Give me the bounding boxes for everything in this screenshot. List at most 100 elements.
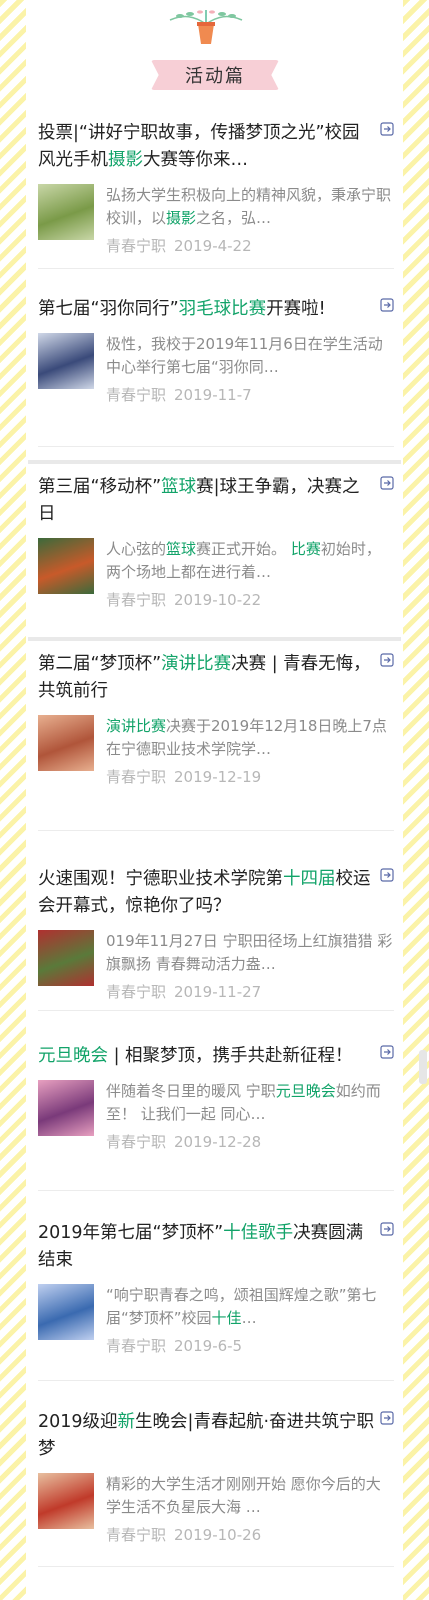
article-source-date: 青春宁职 2019-12-19: [106, 766, 394, 787]
keyword-highlight: 元旦晚会: [275, 1082, 336, 1100]
article-summary-row: “响宁职青春之鸣，颂祖国辉煌之歌”第七届“梦顶杯”校园十佳… 青春宁职 2019-6…: [38, 1284, 394, 1356]
article-title[interactable]: 第三届“移动杯”篮球赛|球王争霸，决赛之日: [38, 474, 394, 528]
article-date: 2019-12-19: [174, 768, 262, 786]
article-summary-row: 人心弦的篮球赛正式开始。 比赛初始时，两个场地上都在进行着… 青春宁职 2019-1…: [38, 538, 394, 610]
text-segment: 第三届“移动杯”: [38, 477, 162, 497]
article-title[interactable]: 元旦晚会 | 相聚梦顶，携手共赴新征程！: [38, 1043, 394, 1070]
article-source-date: 青春宁职 2019-4-22: [106, 235, 394, 256]
article-thumbnail[interactable]: [38, 1080, 94, 1136]
text-segment: 019年11月27日 宁职田径场上红旗猎猎 彩旗飘扬 青春舞动活力盎…: [106, 932, 393, 973]
article-thumbnail[interactable]: [38, 184, 94, 240]
share-link-icon[interactable]: [380, 298, 394, 312]
article-meta: 019年11月27日 宁职田径场上红旗猎猎 彩旗飘扬 青春舞动活力盎… 青春宁职 2…: [106, 930, 394, 1002]
article-description: “响宁职青春之鸣，颂祖国辉煌之歌”第七届“梦顶杯”校园十佳…: [106, 1284, 394, 1330]
article-source-date: 青春宁职 2019-11-7: [106, 384, 394, 405]
article-source-date: 青春宁职 2019-6-5: [106, 1335, 394, 1356]
left-stripe-border: [0, 0, 26, 1600]
article-thumbnail[interactable]: [38, 333, 94, 389]
article-summary-row: 极性，我校于2019年11月6日在学生活动中心举行第七届“羽你同… 青春宁职 201…: [38, 333, 394, 405]
share-link-icon[interactable]: [380, 1045, 394, 1059]
share-link-icon[interactable]: [380, 476, 394, 490]
article-description: 精彩的大学生活才刚刚开始 愿你今后的大学生活不负星辰大海 …: [106, 1473, 394, 1519]
item-divider: [38, 830, 394, 831]
share-link-icon[interactable]: [380, 122, 394, 136]
text-segment: 赛正式开始。: [196, 540, 291, 558]
text-segment: 之名，弘…: [196, 209, 272, 227]
article-source-date: 青春宁职 2019-12-28: [106, 1131, 394, 1152]
text-segment: 伴随着冬日里的暖风 宁职: [106, 1082, 276, 1100]
article-title[interactable]: 投票|“讲好宁职故事，传播梦顶之光”校园风光手机摄影大赛等你来…: [38, 120, 394, 174]
keyword-highlight: 比赛: [290, 540, 321, 558]
item-divider: [38, 1566, 394, 1567]
potted-plant-icon: [169, 10, 243, 44]
share-link-icon[interactable]: [380, 868, 394, 882]
article-source: 青春宁职: [106, 983, 167, 1001]
article-card[interactable]: 第三届“移动杯”篮球赛|球王争霸，决赛之日人心弦的篮球赛正式开始。 比赛初始时，…: [38, 474, 394, 610]
article-date: 2019-12-28: [174, 1133, 262, 1151]
share-link-icon[interactable]: [380, 1411, 394, 1425]
article-card[interactable]: 2019级迎新生晚会|青春起航·奋进共筑宁职梦精彩的大学生活才刚刚开始 愿你今后…: [38, 1409, 394, 1545]
side-scroll-tab[interactable]: [419, 1050, 427, 1084]
article-thumbnail[interactable]: [38, 715, 94, 771]
article-source: 青春宁职: [106, 237, 167, 255]
article-summary-row: 伴随着冬日里的暖风 宁职元旦晚会如约而至！ 让我们一起 同心… 青春宁职 2019-…: [38, 1080, 394, 1152]
article-thumbnail[interactable]: [38, 538, 94, 594]
article-date: 2019-10-26: [174, 1526, 262, 1544]
article-card[interactable]: 第二届“梦顶杯”演讲比赛决赛 | 青春无悔，共筑前行演讲比赛决赛于2019年12…: [38, 651, 394, 787]
keyword-highlight: 羽毛球比赛: [178, 299, 267, 319]
article-card[interactable]: 第七届“羽你同行”羽毛球比赛开赛啦! 极性，我校于2019年11月6日在学生活动中…: [38, 296, 394, 405]
article-title[interactable]: 第七届“羽你同行”羽毛球比赛开赛啦!: [38, 296, 394, 323]
article-date: 2019-10-22: [174, 591, 262, 609]
text-segment: 极性，我校于2019年11月6日在学生活动中心举行第七届“羽你同…: [106, 335, 383, 376]
article-title[interactable]: 火速围观！宁德职业技术学院第十四届校运会开幕式，惊艳你了吗？: [38, 866, 394, 920]
section-header: 活动篇: [0, 0, 429, 100]
text-segment: 精彩的大学生活才刚刚开始 愿你今后的大学生活不负星辰大海 …: [106, 1475, 381, 1516]
article-title[interactable]: 2019级迎新生晚会|青春起航·奋进共筑宁职梦: [38, 1409, 394, 1463]
section-divider: [28, 637, 401, 641]
article-description: 极性，我校于2019年11月6日在学生活动中心举行第七届“羽你同…: [106, 333, 394, 379]
article-title[interactable]: 2019年第七届“梦顶杯”十佳歌手决赛圆满结束: [38, 1220, 394, 1274]
share-link-icon[interactable]: [380, 1222, 394, 1236]
item-divider: [38, 1010, 394, 1011]
article-description: 弘扬大学生积极向上的精神风貌，秉承宁职校训，以摄影之名，弘…: [106, 184, 394, 230]
text-segment: 人心弦的: [106, 540, 167, 558]
text-segment: 2019级迎: [38, 1412, 118, 1432]
article-description: 019年11月27日 宁职田径场上红旗猎猎 彩旗飘扬 青春舞动活力盎…: [106, 930, 394, 976]
article-title[interactable]: 第二届“梦顶杯”演讲比赛决赛 | 青春无悔，共筑前行: [38, 651, 394, 705]
keyword-highlight: 元旦晚会: [38, 1046, 108, 1066]
article-meta: 精彩的大学生活才刚刚开始 愿你今后的大学生活不负星辰大海 … 青春宁职 2019-1…: [106, 1473, 394, 1545]
text-segment: 大赛等你来…: [143, 150, 248, 170]
article-meta: 弘扬大学生积极向上的精神风貌，秉承宁职校训，以摄影之名，弘… 青春宁职 2019-4…: [106, 184, 394, 256]
article-card[interactable]: 投票|“讲好宁职故事，传播梦顶之光”校园风光手机摄影大赛等你来… 弘扬大学生积极向…: [38, 120, 394, 256]
article-description: 演讲比赛决赛于2019年12月18日晚上7点在宁德职业技术学院学…: [106, 715, 394, 761]
keyword-highlight: 摄影: [108, 150, 143, 170]
article-thumbnail[interactable]: [38, 930, 94, 986]
article-source-date: 青春宁职 2019-10-22: [106, 589, 394, 610]
item-divider: [38, 268, 394, 269]
article-thumbnail[interactable]: [38, 1473, 94, 1529]
article-source: 青春宁职: [106, 768, 167, 786]
article-thumbnail[interactable]: [38, 1284, 94, 1340]
item-divider: [38, 1190, 394, 1191]
text-segment: 2019年第七届“梦顶杯”: [38, 1223, 224, 1243]
article-card[interactable]: 元旦晚会 | 相聚梦顶，携手共赴新征程！ 伴随着冬日里的暖风 宁职元旦晚会如约而至…: [38, 1043, 394, 1152]
article-card[interactable]: 2019年第七届“梦顶杯”十佳歌手决赛圆满结束 “响宁职青春之鸣，颂祖国辉煌之歌”…: [38, 1220, 394, 1356]
keyword-highlight: 演讲比赛: [106, 717, 167, 735]
text-segment: 开赛啦!: [266, 299, 326, 319]
keyword-highlight: 十四届: [283, 869, 336, 889]
share-link-icon[interactable]: [380, 653, 394, 667]
article-meta: 伴随着冬日里的暖风 宁职元旦晚会如约而至！ 让我们一起 同心… 青春宁职 2019-…: [106, 1080, 394, 1152]
article-source: 青春宁职: [106, 1526, 167, 1544]
article-card[interactable]: 火速围观！宁德职业技术学院第十四届校运会开幕式，惊艳你了吗？ 019年11月27日…: [38, 866, 394, 1002]
keyword-highlight: 摄影: [166, 209, 197, 227]
article-description: 人心弦的篮球赛正式开始。 比赛初始时，两个场地上都在进行着…: [106, 538, 394, 584]
article-date: 2019-11-7: [174, 386, 252, 404]
item-divider: [38, 446, 394, 447]
section-divider: [28, 460, 401, 464]
article-description: 伴随着冬日里的暖风 宁职元旦晚会如约而至！ 让我们一起 同心…: [106, 1080, 394, 1126]
article-source: 青春宁职: [106, 1337, 167, 1355]
article-date: 2019-11-27: [174, 983, 262, 1001]
article-summary-row: 精彩的大学生活才刚刚开始 愿你今后的大学生活不负星辰大海 … 青春宁职 2019-1…: [38, 1473, 394, 1545]
section-title: 活动篇: [151, 60, 279, 90]
article-summary-row: 019年11月27日 宁职田径场上红旗猎猎 彩旗飘扬 青春舞动活力盎… 青春宁职 2…: [38, 930, 394, 1002]
